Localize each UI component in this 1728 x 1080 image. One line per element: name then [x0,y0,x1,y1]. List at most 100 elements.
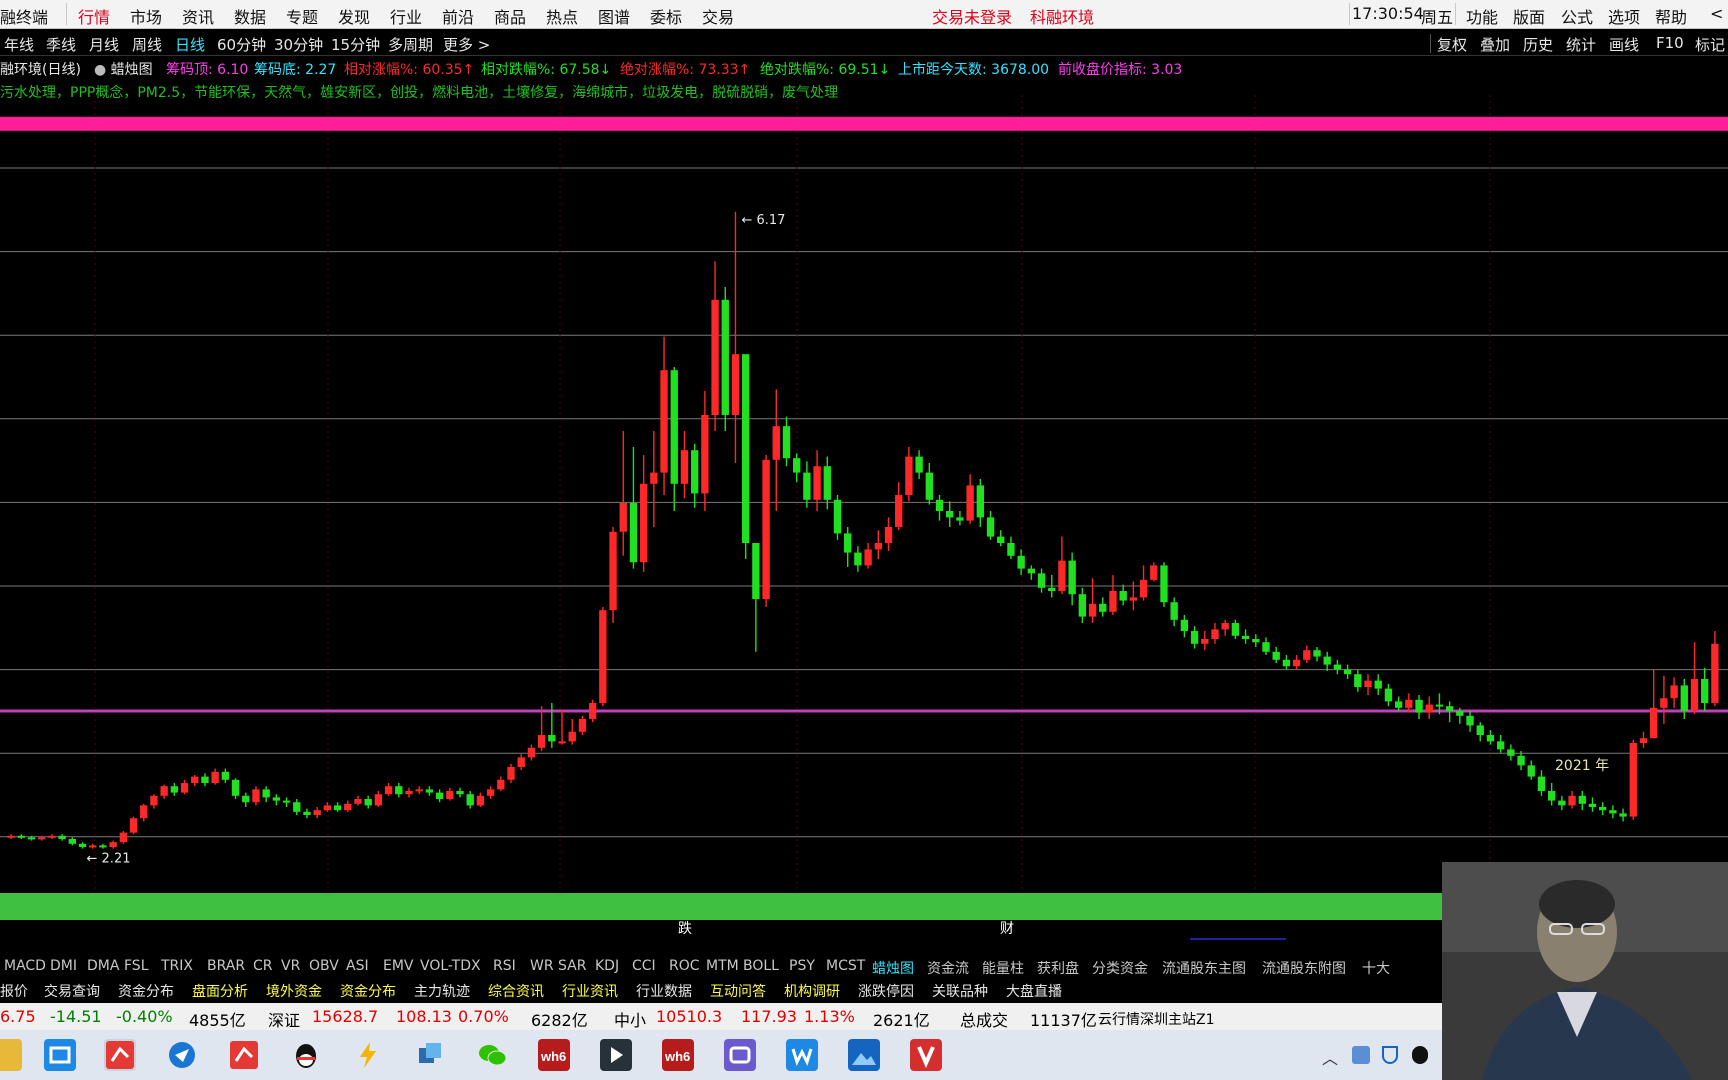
indicator-tab[interactable]: DMA [87,958,119,974]
info-tab[interactable]: 资金分布 [118,981,174,1001]
browser-icon[interactable] [166,1039,198,1071]
indicator-tab[interactable]: MACD [4,958,46,974]
photos-icon[interactable] [848,1039,880,1071]
period-month[interactable]: 月线 [89,34,119,55]
wh6-2-icon[interactable]: wh6 [662,1039,694,1071]
indicator-tab[interactable]: MTM [706,958,739,974]
wps-icon[interactable] [786,1039,818,1071]
info-tab[interactable]: 互动问答 [710,981,766,1001]
info-tab[interactable]: 大盘直播 [1006,981,1062,1001]
menu-help[interactable]: 帮助 [1655,4,1687,28]
stock-app-icon[interactable] [104,1039,136,1071]
period-more[interactable]: 更多 > [443,34,490,55]
indicator-tab[interactable]: DMI [50,958,77,974]
candlestick-chart[interactable]: 跌财← 6.17← 2.212021 年7891011122020/11/19/… [0,80,1728,940]
info-tab[interactable]: 主力轨迹 [414,981,470,1001]
period-30min[interactable]: 30分钟 [274,34,323,55]
menu-item-news[interactable]: 资讯 [182,4,214,28]
menu-item-orders[interactable]: 委标 [650,4,682,28]
wechat-icon[interactable] [476,1039,508,1071]
menu-item-quotes[interactable]: 行情 [78,4,110,28]
indicator-tab[interactable]: VR [281,958,300,974]
tool-statistics[interactable]: 统计 [1566,34,1596,55]
indicator-tab[interactable]: EMV [383,958,414,974]
info-tab[interactable]: 报价 [0,981,28,1001]
period-15min[interactable]: 15分钟 [331,34,380,55]
info-tab[interactable]: 关联品种 [932,981,988,1001]
info-tab[interactable]: 涨跌停因 [858,981,914,1001]
tool-f10[interactable]: F10 [1656,34,1684,52]
indicator-tab[interactable]: VOL-TDX [420,958,481,974]
indicator-tab[interactable]: BOLL [743,958,779,974]
tray-qq-icon[interactable] [1412,1046,1428,1064]
info-tab[interactable]: 行业资讯 [562,981,618,1001]
indicator-tab[interactable]: OBV [309,958,339,974]
period-week[interactable]: 周线 [132,34,162,55]
info-tab[interactable]: 交易查询 [44,981,100,1001]
chart-type-dropdown[interactable]: ● 蜡烛图 [94,59,153,79]
indicator-tab[interactable]: CCI [632,958,656,974]
tool-mark[interactable]: 标记 [1695,34,1725,55]
info-tab[interactable]: 资金分布 [340,981,396,1001]
indicator-tab[interactable]: CR [253,958,273,974]
media-icon[interactable] [600,1039,632,1071]
indicator-tab[interactable]: BRAR [207,958,245,974]
indicator-tab[interactable]: 分类资金 [1092,958,1148,978]
indicator-tab[interactable]: 流通股东附图 [1262,958,1346,978]
tool-restore-rights[interactable]: 复权 [1437,34,1467,55]
tray-shield-icon[interactable] [1382,1046,1398,1064]
menu-options[interactable]: 选项 [1608,4,1640,28]
red-app-icon[interactable] [910,1039,942,1071]
back-icon[interactable]: < [1710,4,1723,23]
indicator-tab[interactable]: FSL [124,958,149,974]
period-multi[interactable]: 多周期 [388,34,433,55]
indicator-tab[interactable]: RSI [493,958,516,974]
indicator-tab[interactable]: 获利盘 [1037,958,1079,978]
menu-item-hotspot[interactable]: 热点 [546,4,578,28]
info-tab[interactable]: 盘面分析 [192,981,248,1001]
indicator-tab[interactable]: 十大 [1362,958,1390,978]
indicator-tab[interactable]: 蜡烛图 [872,958,914,978]
indicator-tab[interactable]: MCST [826,958,865,974]
period-quarter[interactable]: 季线 [46,34,76,55]
indicator-tab[interactable]: 能量柱 [982,958,1024,978]
tool-overlay[interactable]: 叠加 [1480,34,1510,55]
info-tab[interactable]: 机构调研 [784,981,840,1001]
menu-item-market[interactable]: 市场 [130,4,162,28]
tray-chevron-icon[interactable]: ︿ [1322,1045,1338,1069]
indicator-tab[interactable]: PSY [789,958,815,974]
indicator-tab[interactable]: 流通股东主图 [1162,958,1246,978]
mail-app-icon[interactable] [44,1039,76,1071]
indicator-tab[interactable]: 资金流 [927,958,969,978]
info-tab[interactable]: 综合资讯 [488,981,544,1001]
folder-icon[interactable] [0,1039,22,1071]
capture-icon[interactable] [724,1039,756,1071]
window-app-icon[interactable] [414,1039,446,1071]
tool-draw-line[interactable]: 画线 [1609,34,1639,55]
qq-icon[interactable] [290,1039,322,1071]
menu-item-commodity[interactable]: 商品 [494,4,526,28]
indicator-tab[interactable]: ASI [346,958,369,974]
period-year[interactable]: 年线 [4,34,34,55]
stock-app-2-icon[interactable] [228,1039,260,1071]
period-60min[interactable]: 60分钟 [217,34,266,55]
menu-item-atlas[interactable]: 图谱 [598,4,630,28]
menu-function[interactable]: 功能 [1466,4,1498,28]
menu-item-industry[interactable]: 行业 [390,4,422,28]
tray-app-icon[interactable] [1352,1046,1370,1064]
menu-layout[interactable]: 版面 [1513,4,1545,28]
menu-item-discover[interactable]: 发现 [338,4,370,28]
indicator-tab[interactable]: KDJ [595,958,619,974]
menu-item-data[interactable]: 数据 [234,4,266,28]
period-day[interactable]: 日线 [175,34,205,55]
indicator-tab[interactable]: TRIX [161,958,193,974]
indicator-tab[interactable]: WR [530,958,554,974]
menu-item-topics[interactable]: 专题 [286,4,318,28]
menu-formula[interactable]: 公式 [1561,4,1593,28]
thunder-icon[interactable] [352,1039,384,1071]
info-tab[interactable]: 境外资金 [266,981,322,1001]
menu-item-trade[interactable]: 交易 [702,4,734,28]
tool-history[interactable]: 历史 [1523,34,1553,55]
info-tab[interactable]: 行业数据 [636,981,692,1001]
indicator-tab[interactable]: ROC [669,958,700,974]
